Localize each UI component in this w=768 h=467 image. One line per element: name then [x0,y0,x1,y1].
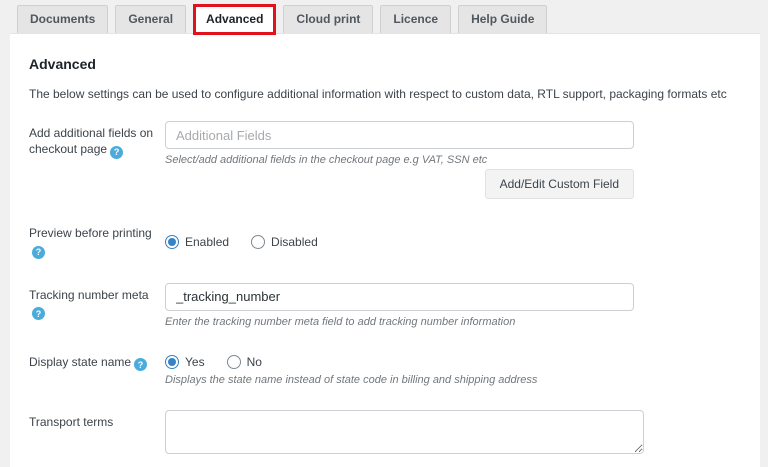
radio-option-label: Disabled [271,235,318,250]
tab-help-guide[interactable]: Help Guide [458,5,548,33]
help-icon[interactable]: ? [110,145,124,159]
row-additional-fields: Add additional fields on checkout page? … [29,121,760,199]
help-icon[interactable]: ? [32,307,45,320]
tab-general[interactable]: General [115,5,187,33]
transport-terms-control [165,409,760,457]
radio-option-enabled[interactable]: Enabled [165,235,230,250]
tab-advanced[interactable]: Advanced [193,4,277,35]
tracking-number-meta-input[interactable] [165,282,634,311]
radio-checked-icon[interactable] [165,354,179,369]
transport-terms-label: Transport terms [29,410,165,457]
row-display-state-name: Display state name? Yes No Displays the [29,352,760,386]
help-icon[interactable]: ? [32,245,45,259]
additional-fields-helper: Select/add additional fields in the chec… [165,154,488,166]
additional-fields-input[interactable] [165,121,634,149]
radio-option-no[interactable]: No [226,354,262,369]
radio-checked-icon[interactable] [165,235,179,250]
transport-terms-label-text: Transport terms [29,414,114,429]
row-transport-terms: Transport terms [29,409,760,457]
tracking-label-text: Tracking number meta [29,287,149,302]
page-description: The below settings can be used to config… [29,87,727,101]
state-name-label-text: Display state name [29,354,132,369]
additional-fields-label-text: Add additional fields on checkout page [29,126,154,156]
advanced-settings-panel: Advanced The below settings can be used … [10,33,760,467]
tab-bar: Documents General Advanced Cloud print L… [10,0,760,35]
tab-documents[interactable]: Documents [17,5,109,33]
radio-unchecked-icon[interactable] [251,235,266,250]
tracking-helper: Enter the tracking number meta field to … [165,315,516,328]
radio-option-label: Yes [185,354,205,369]
radio-unchecked-icon[interactable] [226,354,241,369]
tab-licence[interactable]: Licence [380,5,452,33]
state-name-control: Yes No Displays the state name instead o… [165,352,760,386]
radio-option-disabled[interactable]: Disabled [251,235,318,250]
radio-option-yes[interactable]: Yes [165,354,205,369]
page-title: Advanced [29,56,96,72]
help-icon[interactable]: ? [134,358,148,371]
add-edit-custom-field-button[interactable]: Add/Edit Custom Field [484,169,634,199]
tracking-control: Enter the tracking number meta field to … [165,282,760,328]
preview-label-text: Preview before printing [29,226,152,240]
preview-radio-group: Enabled Disabled [165,223,760,259]
state-name-helper: Displays the state name instead of state… [165,373,538,386]
state-name-label: Display state name? [29,352,165,386]
settings-form: Add additional fields on checkout page? … [19,121,760,457]
state-radio-group: Yes No [165,352,760,369]
row-tracking-number-meta: Tracking number meta? Enter the tracking… [29,282,760,328]
preview-label: Preview before printing? [29,223,165,259]
radio-option-label: Enabled [185,235,230,250]
additional-fields-control: Select/add additional fields in the chec… [165,121,760,199]
additional-fields-label: Add additional fields on checkout page? [29,121,165,199]
row-preview-before-printing: Preview before printing? Enabled Disable… [29,223,760,259]
settings-page: Documents General Advanced Cloud print L… [10,0,760,467]
radio-option-label: No [246,354,262,369]
tracking-label: Tracking number meta? [29,283,165,328]
transport-terms-textarea[interactable] [165,409,644,454]
tab-cloud-print[interactable]: Cloud print [283,5,374,33]
button-row: Add/Edit Custom Field [165,169,634,199]
